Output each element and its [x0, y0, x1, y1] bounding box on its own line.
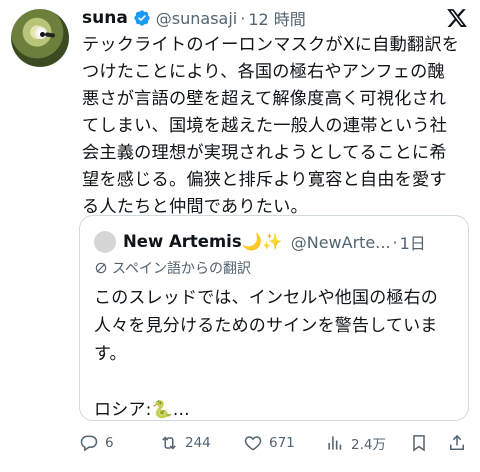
translation-notice[interactable]: スペイン語からの翻訳 — [94, 258, 251, 278]
reply-icon — [80, 435, 98, 452]
post-text-line: 望を感じる。偏狭と排斥より寛容と自由を愛す — [82, 170, 447, 190]
quoted-author-handle: @NewArte... — [290, 232, 391, 252]
views-icon — [328, 436, 342, 450]
quoted-text-line: このスレッドでは、インセルや他国の極右の — [94, 288, 438, 308]
post-header: suna @sunasaji · 12 時間 — [82, 6, 306, 30]
like-count: 671 — [269, 435, 295, 451]
quoted-author-avatar[interactable] — [94, 231, 116, 253]
like-icon — [244, 436, 262, 451]
separator-dot: · — [392, 232, 398, 252]
separator-dot: · — [240, 8, 246, 28]
quoted-text-line: す。 — [94, 344, 127, 364]
x-logo-icon[interactable] — [446, 7, 468, 29]
quoted-post-timestamp: 1日 — [399, 234, 426, 253]
share-icon — [450, 434, 464, 450]
quoted-text-line: 人々を見分けるためのサインを警告していま — [94, 316, 438, 336]
post-text-line: つけたことにより、各国の極右やアンフェの醜 — [82, 62, 445, 82]
repost-button[interactable]: 244 — [159, 428, 211, 458]
quoted-post-card[interactable]: New Artemis🌙✨ @NewArte... · 1日 スペイン語からの翻… — [79, 215, 469, 421]
author-handle[interactable]: @sunasaji — [156, 9, 237, 28]
post-text-line: てしまい、国境を越えた一般人の連帯という社 — [82, 116, 448, 136]
post-text-line: テックライトのイーロンマスクがXに自動翻訳を — [82, 35, 460, 55]
post-text: テックライトのイーロンマスクがXに自動翻訳を つけたことにより、各国の極右やアン… — [82, 32, 472, 221]
post-text-line: 悪さが言語の壁を超えて解像度高く可視化され — [82, 89, 447, 109]
translation-label: スペイン語からの翻訳 — [112, 261, 252, 277]
quoted-text-blank-line — [94, 368, 462, 396]
views-count: 2.4万 — [351, 437, 386, 453]
quoted-post-text: このスレッドでは、インセルや他国の極右の 人々を見分けるためのサインを警告してい… — [94, 284, 462, 424]
translate-icon — [95, 262, 107, 274]
quoted-author-name: New Artemis🌙✨ — [123, 232, 283, 251]
quoted-post-header: New Artemis🌙✨ @NewArte... · 1日 — [94, 231, 426, 253]
verified-badge-icon — [134, 10, 150, 26]
like-button[interactable]: 671 — [243, 428, 295, 458]
repost-count: 244 — [185, 435, 211, 451]
post-timestamp[interactable]: 12 時間 — [248, 6, 305, 30]
bookmark-button[interactable] — [409, 428, 429, 458]
quoted-text-line: ロシア:🐍... — [94, 400, 190, 420]
repost-icon — [162, 436, 176, 450]
post-text-line: 会主義の理想が実現されようとしてることに希 — [82, 143, 447, 163]
bookmark-icon — [413, 435, 425, 452]
views-button[interactable]: 2.4万 — [325, 428, 386, 458]
author-avatar[interactable] — [11, 9, 69, 67]
reply-count: 6 — [105, 435, 114, 451]
author-name[interactable]: suna — [82, 8, 128, 28]
share-button[interactable] — [447, 428, 467, 458]
reply-button[interactable]: 6 — [79, 428, 114, 458]
action-bar: 6 244 671 2.4万 — [79, 428, 474, 458]
